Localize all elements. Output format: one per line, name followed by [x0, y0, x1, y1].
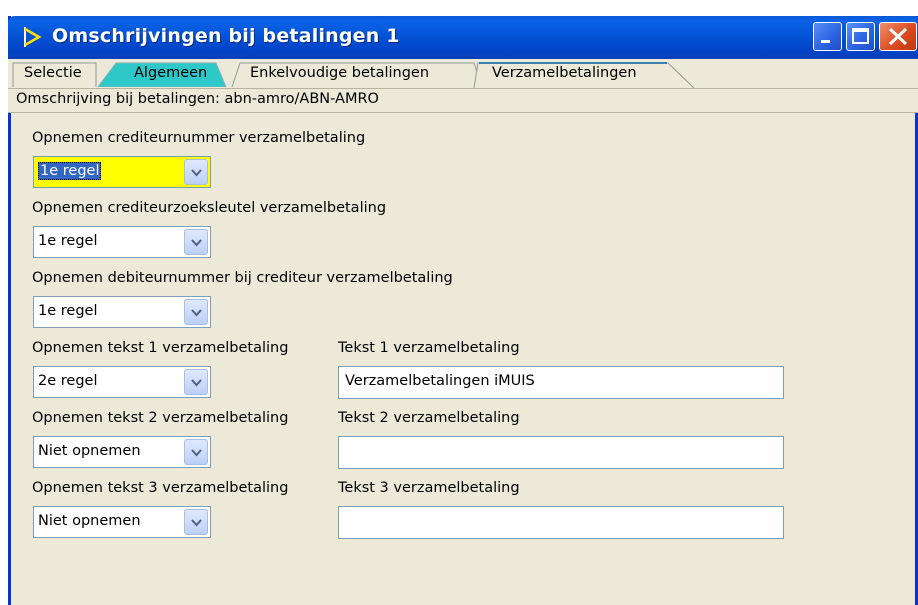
info-bar: Omschrijving bij betalingen: abn-amro/AB…: [8, 88, 918, 113]
tab-algemeen-label: Algemeen: [134, 65, 208, 81]
chevron-down-icon[interactable]: [184, 439, 208, 465]
tekst1-input[interactable]: Verzamelbetalingen iMUIS: [338, 366, 784, 399]
tekst2-select[interactable]: Niet opnemen: [33, 436, 211, 468]
zoeksleutel-label: Opnemen crediteurzoeksleutel verzamelbet…: [32, 200, 387, 216]
tekst1-text-label: Tekst 1 verzamelbetaling: [338, 340, 520, 356]
chevron-down-icon[interactable]: [184, 229, 208, 255]
close-button[interactable]: [879, 22, 917, 51]
tekst3-select[interactable]: Niet opnemen: [33, 506, 211, 538]
tab-verzamel-label: Verzamelbetalingen: [492, 65, 637, 81]
tekst2-option-label: Opnemen tekst 2 verzamelbetaling: [32, 410, 289, 426]
form-panel: Opnemen crediteurnummer verzamelbetaling…: [11, 120, 915, 605]
tekst2-value: Niet opnemen: [38, 443, 141, 459]
tekst2-input[interactable]: [338, 436, 784, 469]
chevron-down-icon[interactable]: [184, 159, 208, 185]
tab-enkelvoudige-label: Enkelvoudige betalingen: [250, 65, 430, 81]
tab-enkelvoudige-betalingen[interactable]: Enkelvoudige betalingen: [230, 60, 485, 87]
maximize-icon: [852, 28, 869, 44]
debiteurnummer-value: 1e regel: [38, 303, 98, 319]
chevron-down-icon[interactable]: [184, 509, 208, 535]
maximize-button[interactable]: [846, 22, 875, 51]
dialog-window: Omschrijvingen bij betalingen 1 Selectie…: [8, 16, 918, 605]
crediteurnummer-select[interactable]: 1e regel: [33, 156, 211, 188]
crediteurnummer-label: Opnemen crediteurnummer verzamelbetaling: [32, 130, 366, 146]
zoeksleutel-select[interactable]: 1e regel: [33, 226, 211, 258]
tekst3-option-label: Opnemen tekst 3 verzamelbetaling: [32, 480, 289, 496]
tekst3-value: Niet opnemen: [38, 513, 141, 529]
tab-selectie-label: Selectie: [24, 65, 82, 81]
zoeksleutel-value: 1e regel: [38, 233, 98, 249]
chevron-down-icon[interactable]: [184, 369, 208, 395]
info-text: Omschrijving bij betalingen: abn-amro/AB…: [16, 91, 379, 107]
minimize-button[interactable]: [813, 22, 842, 51]
tekst1-value: 2e regel: [38, 373, 98, 389]
tekst2-text-label: Tekst 2 verzamelbetaling: [338, 410, 520, 426]
chevron-down-icon[interactable]: [184, 299, 208, 325]
tekst3-text-label: Tekst 3 verzamelbetaling: [338, 480, 520, 496]
minimize-icon: [821, 40, 830, 43]
crediteurnummer-value: 1e regel: [38, 162, 102, 180]
close-icon: [888, 27, 908, 46]
tekst1-option-label: Opnemen tekst 1 verzamelbetaling: [32, 340, 289, 356]
title-bar[interactable]: Omschrijvingen bij betalingen 1: [8, 16, 918, 59]
debiteurnummer-select[interactable]: 1e regel: [33, 296, 211, 328]
tekst1-input-value: Verzamelbetalingen iMUIS: [345, 373, 535, 389]
tekst1-select[interactable]: 2e regel: [33, 366, 211, 398]
window-title: Omschrijvingen bij betalingen 1: [52, 25, 400, 47]
tekst3-input[interactable]: [338, 506, 784, 539]
tab-strip: Selectie Algemeen Enkelvoudige betalinge…: [8, 59, 918, 88]
app-icon: [24, 27, 42, 47]
tab-selectie[interactable]: Selectie: [12, 60, 97, 87]
debiteurnummer-label: Opnemen debiteurnummer bij crediteur ver…: [32, 270, 453, 286]
tab-verzamelbetalingen[interactable]: Verzamelbetalingen: [470, 60, 696, 88]
tab-algemeen[interactable]: Algemeen: [98, 60, 228, 87]
